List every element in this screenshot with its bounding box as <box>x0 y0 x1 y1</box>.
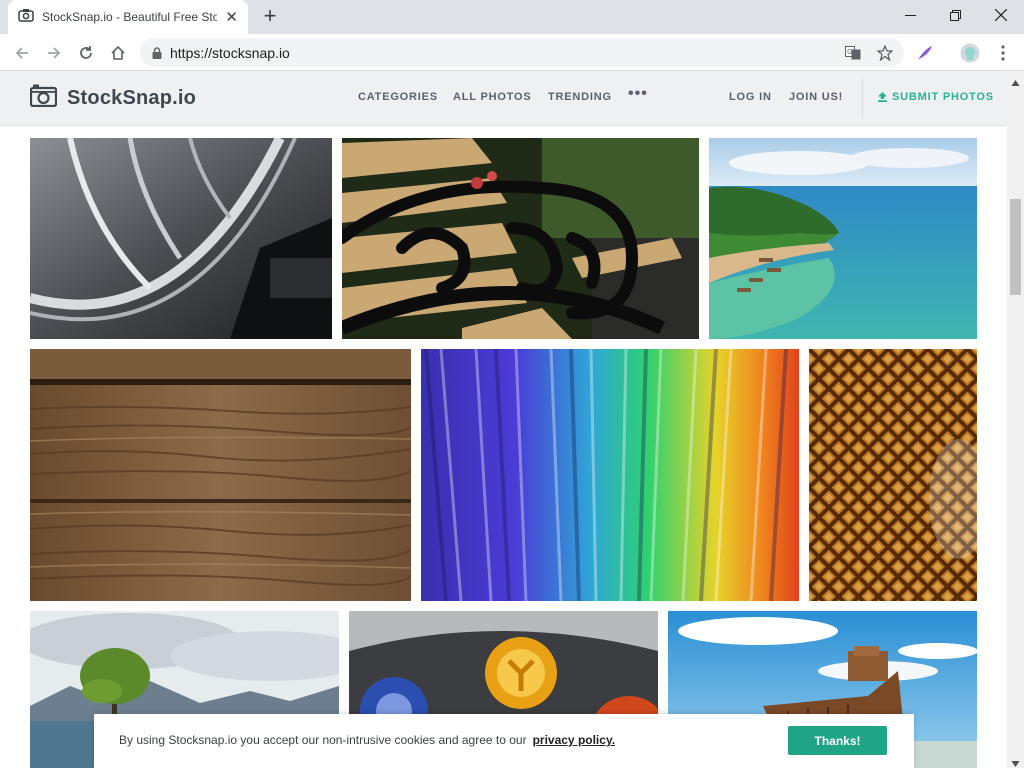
tab-title: StockSnap.io - Beautiful Free Sto <box>42 10 217 24</box>
cookie-banner: By using Stocksnap.io you accept our non… <box>94 714 914 768</box>
browser-toolbar: https://stocksnap.io G <box>0 34 1024 71</box>
photo-headlight[interactable] <box>30 138 332 339</box>
translate-icon[interactable]: G <box>844 44 862 62</box>
submit-photos-button[interactable]: SUBMIT PHOTOS <box>878 91 994 103</box>
url-text: https://stocksnap.io <box>170 44 290 61</box>
feather-extension-icon[interactable] <box>913 41 937 65</box>
tab-close-icon[interactable]: ✕ <box>225 10 238 25</box>
nav-more-icon[interactable]: ••• <box>628 85 648 103</box>
minimize-icon[interactable] <box>887 0 933 30</box>
join-link[interactable]: JOIN US! <box>789 91 843 103</box>
cookie-text: By using Stocksnap.io you accept our non… <box>119 733 527 747</box>
scroll-down-arrow-icon[interactable] <box>1011 755 1020 767</box>
svg-text:G: G <box>847 48 852 56</box>
submit-photos-label: SUBMIT PHOTOS <box>892 91 994 103</box>
header-divider <box>862 79 863 119</box>
star-icon[interactable] <box>876 44 894 62</box>
lock-icon <box>152 46 162 59</box>
photo-wood-planks[interactable] <box>30 349 411 601</box>
login-link[interactable]: LOG IN <box>729 91 772 103</box>
address-bar[interactable]: https://stocksnap.io G <box>140 38 904 67</box>
browser-tab-bar: StockSnap.io - Beautiful Free Sto ✕ + <box>0 0 1024 34</box>
upload-icon <box>878 92 887 102</box>
site-header: StockSnap.io CATEGORIES ALL PHOTOS TREND… <box>0 71 1007 126</box>
site-logo[interactable]: StockSnap.io <box>29 84 197 112</box>
page-viewport: StockSnap.io CATEGORIES ALL PHOTOS TREND… <box>0 71 1007 768</box>
photo-bench[interactable] <box>342 138 699 339</box>
scroll-thumb[interactable] <box>1010 199 1021 295</box>
scroll-up-arrow-icon[interactable] <box>1011 75 1020 86</box>
browser-tab[interactable]: StockSnap.io - Beautiful Free Sto ✕ <box>8 0 248 34</box>
nav-categories[interactable]: CATEGORIES <box>358 91 438 103</box>
logo-text: StockSnap.io <box>67 86 197 109</box>
page-scrollbar[interactable] <box>1007 71 1024 768</box>
camera-logo-icon <box>29 84 58 112</box>
profile-avatar-icon[interactable] <box>958 41 982 65</box>
nav-all-photos[interactable]: ALL PHOTOS <box>453 91 532 103</box>
forward-arrow-icon[interactable] <box>42 41 66 65</box>
cookie-accept-button[interactable]: Thanks! <box>788 726 887 755</box>
photo-metal-mesh[interactable] <box>809 349 977 601</box>
restore-icon[interactable] <box>932 0 978 30</box>
back-arrow-icon[interactable] <box>10 41 34 65</box>
cookie-message: By using Stocksnap.io you accept our non… <box>119 733 615 747</box>
new-tab-icon[interactable]: + <box>258 5 282 29</box>
camera-icon <box>18 8 34 27</box>
reload-icon[interactable] <box>74 41 98 65</box>
photo-rainbow-light[interactable] <box>421 349 799 601</box>
privacy-policy-link[interactable]: privacy policy. <box>533 733 615 747</box>
home-icon[interactable] <box>106 41 130 65</box>
kebab-menu-icon[interactable] <box>991 41 1015 65</box>
photo-tropical-coast[interactable] <box>709 138 977 339</box>
close-window-icon[interactable] <box>978 0 1024 30</box>
nav-trending[interactable]: TRENDING <box>548 91 612 103</box>
